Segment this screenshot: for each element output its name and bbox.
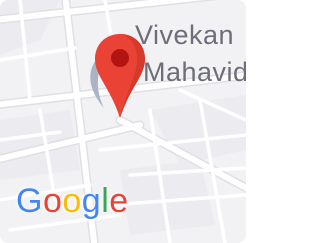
logo-letter-o2: o — [62, 182, 82, 220]
place-label-line1[interactable]: Vivekan — [135, 22, 234, 49]
google-logo: Google — [16, 184, 129, 218]
logo-letter-e: e — [109, 182, 129, 220]
location-pin-icon[interactable] — [93, 32, 147, 120]
logo-letter-o1: o — [42, 182, 63, 220]
place-label-line2[interactable]: Mahavid — [143, 59, 246, 86]
logo-letter-g2: g — [81, 182, 102, 220]
map-card[interactable]: Vivekan Mahavid Google — [0, 0, 246, 243]
logo-letter-g: G — [16, 182, 43, 220]
pin-dot — [111, 49, 129, 67]
